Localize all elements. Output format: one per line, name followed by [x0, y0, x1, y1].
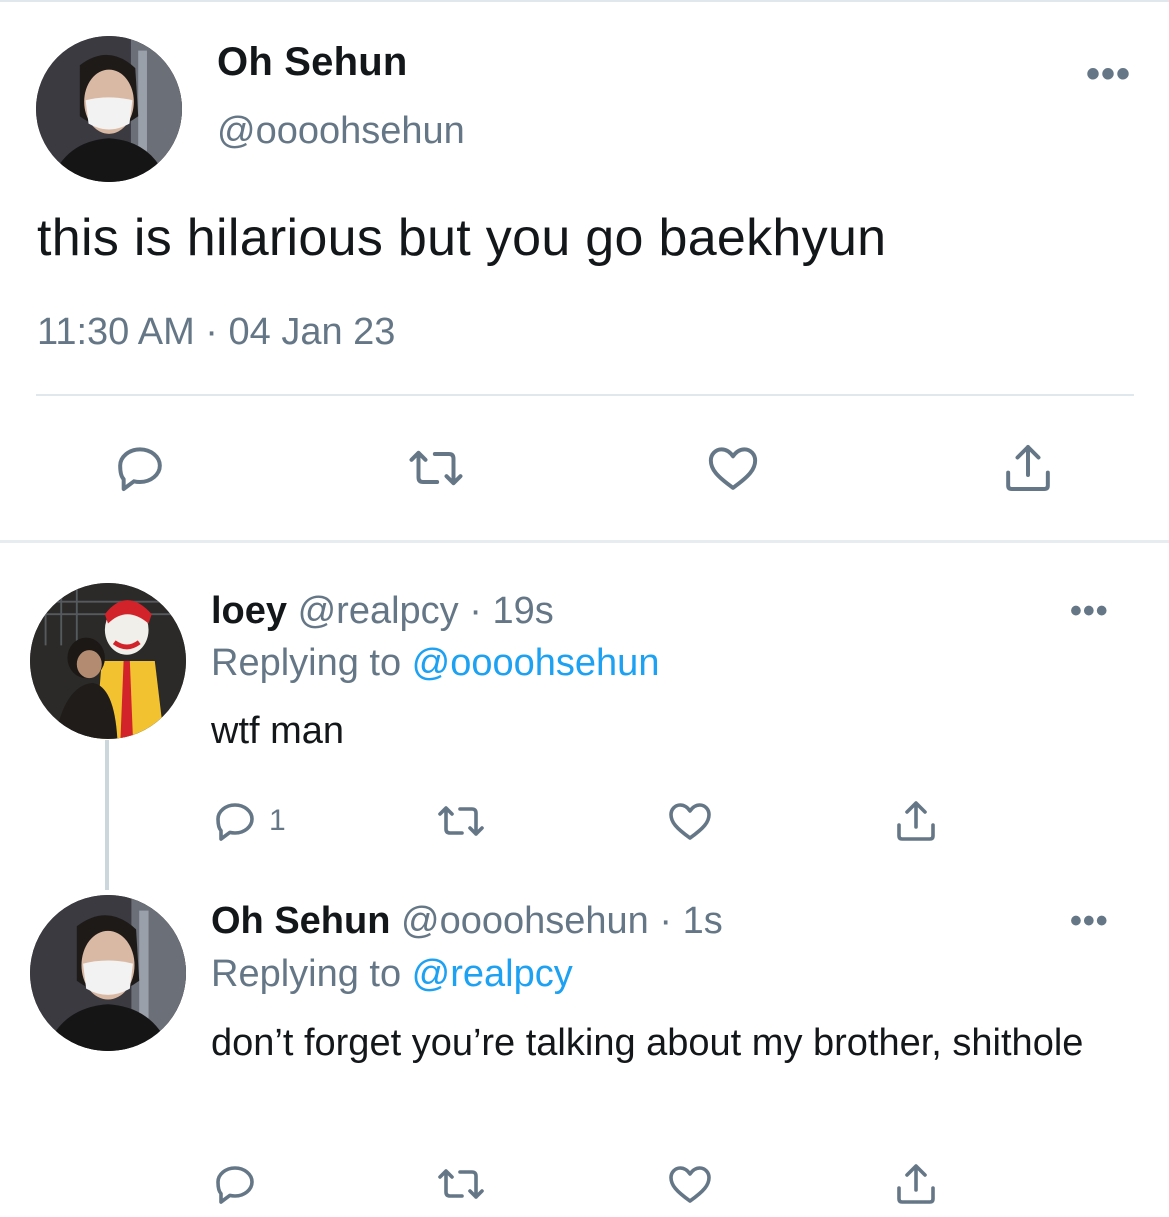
replying-prefix: Replying to: [211, 953, 412, 995]
reply-button[interactable]: 1: [211, 797, 286, 845]
share-icon: [897, 1164, 935, 1204]
reply-icon: [216, 1166, 254, 1204]
retweet-icon: [438, 806, 484, 836]
reply-text: wtf man: [211, 710, 345, 752]
retweet-icon: [438, 1169, 484, 1199]
like-icon: [708, 447, 758, 490]
author-avatar[interactable]: [36, 36, 182, 182]
section-divider: [0, 540, 1169, 543]
reply-icon: [118, 447, 162, 491]
reply-author-name[interactable]: Oh Sehun: [211, 900, 390, 942]
avatar-photo: [30, 583, 186, 739]
like-button[interactable]: [704, 440, 762, 496]
reply-author-avatar[interactable]: [30, 583, 186, 739]
avatar-photo: [36, 36, 182, 182]
reply-handle-time[interactable]: @oooohsehun · 1s: [401, 900, 723, 942]
share-icon: [897, 801, 935, 841]
retweet-icon: [409, 450, 463, 486]
replying-to: Replying to @oooohsehun: [211, 642, 659, 685]
thread-connector: [105, 740, 109, 890]
reply-button[interactable]: [211, 1160, 259, 1208]
replying-to: Replying to @realpcy: [211, 953, 573, 996]
tweet-text: this is hilarious but you go baekhyun: [37, 209, 887, 267]
tweet-timestamp[interactable]: 11:30 AM · 04 Jan 23: [37, 311, 395, 354]
share-icon: [1006, 445, 1050, 491]
author-name[interactable]: Oh Sehun: [217, 40, 408, 85]
more-options-icon[interactable]: •••: [1070, 592, 1109, 631]
reply-count: 1: [269, 804, 286, 837]
retweet-button[interactable]: [433, 1160, 489, 1208]
retweet-button[interactable]: [433, 797, 489, 845]
retweet-button[interactable]: [404, 440, 468, 496]
like-button[interactable]: [665, 797, 715, 845]
replying-mention-link[interactable]: @oooohsehun: [412, 642, 660, 684]
reply-button[interactable]: [112, 440, 168, 496]
share-button[interactable]: [1000, 440, 1056, 496]
share-button[interactable]: [892, 1160, 940, 1208]
reply-author-name[interactable]: loey: [211, 590, 287, 632]
reply-icon: [216, 803, 254, 841]
author-handle[interactable]: @oooohsehun: [217, 110, 465, 153]
like-icon: [669, 1166, 711, 1203]
reply-header: Oh Sehun @oooohsehun · 1s: [211, 900, 723, 943]
reply-text: don’t forget you’re talking about my bro…: [211, 1022, 1084, 1064]
reply-header: loey @realpcy · 19s: [211, 590, 554, 633]
like-button[interactable]: [665, 1160, 715, 1208]
reply-handle-time[interactable]: @realpcy · 19s: [298, 590, 554, 632]
replying-prefix: Replying to: [211, 642, 412, 684]
divider: [36, 394, 1134, 396]
top-border: [0, 0, 1169, 2]
more-options-icon[interactable]: •••: [1070, 902, 1109, 941]
share-button[interactable]: [892, 797, 940, 845]
replying-mention-link[interactable]: @realpcy: [412, 953, 573, 995]
more-options-icon[interactable]: •••: [1086, 52, 1131, 97]
avatar-photo: [30, 895, 186, 1051]
reply-author-avatar[interactable]: [30, 895, 186, 1051]
like-icon: [669, 803, 711, 840]
